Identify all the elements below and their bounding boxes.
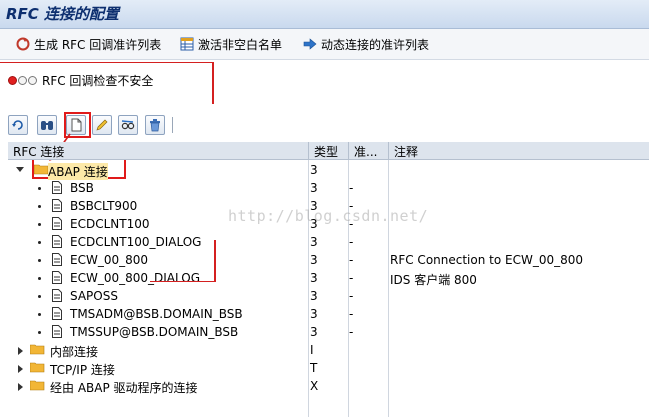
tree-group-type: I [310,343,314,357]
table-header: RFC 连接 类型 准... 注释 [8,142,649,160]
connection-name: TMSSUP@BSB.DOMAIN_BSB [70,325,239,339]
generate-icon [16,37,30,51]
connection-access: - [349,307,354,321]
folder-icon [30,362,45,373]
connection-type: 3 [310,181,318,195]
annotation-line [150,281,216,282]
connection-comment: IDS 客户端 800 [390,273,477,287]
edit-icon [96,119,108,131]
delete-icon [150,119,160,132]
status-text: RFC 回调检查不安全 [42,74,154,88]
dynamic-connection-allowlist-label: 动态连接的准许列表 [321,37,430,52]
delete-button[interactable] [145,115,165,135]
document-icon [52,325,62,338]
connection-type: 3 [310,307,318,321]
table-row[interactable]: ECW_00_800_DIALOG 3 - IDS 客户端 800 [8,269,649,287]
watermark: http://blog.csdn.net/ [228,207,429,225]
document-icon [52,235,62,248]
tree-group-abap[interactable]: ABAP 连接 3 [8,161,649,180]
page-title: RFC 连接的配置 [6,5,120,23]
connection-name: ECW_00_800_DIALOG [70,271,200,285]
document-icon [52,289,62,302]
connection-type: 3 [310,325,318,339]
tree-group-type: T [310,361,318,375]
folder-icon [30,380,45,391]
connection-name: BSB [70,181,94,195]
connection-name: ECDCLNT100_DIALOG [70,235,202,249]
rfc-connection-tree: RFC 连接 类型 准... 注释 ABAP 连接 3 BSB 3 - BSBC… [8,142,649,417]
generate-callback-allowlist-label: 生成 RFC 回调准许列表 [34,37,162,52]
tree-group-tcpip[interactable]: TCP/IP 连接 T [8,359,649,377]
find-icon [41,121,53,130]
column-header-access[interactable]: 准... [354,143,377,160]
connection-access: - [349,181,354,195]
connection-name: TMSADM@BSB.DOMAIN_BSB [70,307,243,321]
connection-type: 3 [310,235,318,249]
annotation-line [212,62,214,104]
connection-name: BSBCLT900 [70,199,138,213]
column-header-type[interactable]: 类型 [314,143,338,160]
dynamic-connection-allowlist-button[interactable]: 动态连接的准许列表 [303,35,429,53]
connection-comment: RFC Connection to ECW_00_800 [390,253,584,267]
folder-open-icon [34,164,49,175]
connection-type: 3 [310,253,318,267]
tree-group-label: 内部连接 [50,345,99,359]
connection-type: 3 [310,271,318,285]
expand-icon[interactable] [18,365,23,373]
table-row[interactable]: ECW_00_800 3 - RFC Connection to ECW_00_… [8,251,649,269]
connection-access: - [349,325,354,339]
traffic-light-icon [8,76,37,85]
connection-access: - [349,289,354,303]
tree-group-label: ABAP 连接 [48,163,108,180]
application-toolbar: 生成 RFC 回调准许列表 激活非空白名单 动态连接的准许列表 [0,29,649,60]
table-row[interactable]: TMSADM@BSB.DOMAIN_BSB 3 - [8,305,649,323]
document-icon [52,253,62,266]
connection-type: 3 [310,289,318,303]
edit-button[interactable] [92,115,112,135]
tree-group-type: 3 [310,163,318,177]
glasses-icon [121,120,135,130]
document-icon [52,199,62,212]
generate-callback-allowlist-button[interactable]: 生成 RFC 回调准许列表 [16,35,161,53]
tree-group-label: 经由 ABAP 驱动程序的连接 [50,381,198,395]
activate-nonblank-list-label: 激活非空白名单 [198,37,283,52]
refresh-icon [12,120,23,130]
display-button[interactable] [118,115,138,135]
table-row[interactable]: BSB 3 - [8,179,649,197]
tree-group-internal[interactable]: 内部连接 I [8,341,649,359]
folder-icon [30,344,45,355]
connection-access: - [349,253,354,267]
annotation-line [0,62,212,63]
annotation-line [214,240,216,282]
connection-access: - [349,235,354,249]
tree-group-type: X [310,379,319,393]
column-header-name[interactable]: RFC 连接 [13,143,64,160]
toolbar-separator [172,117,173,133]
refresh-button[interactable] [8,115,28,135]
connection-access: - [349,271,354,285]
expand-icon[interactable] [18,383,23,391]
connection-name: ECW_00_800 [70,253,148,267]
tree-group-abap-driver[interactable]: 经由 ABAP 驱动程序的连接 X [8,377,649,395]
table-row[interactable]: ECDCLNT100_DIALOG 3 - [8,233,649,251]
arrow-right-icon [303,38,317,50]
expand-icon[interactable] [18,347,23,355]
title-bar: RFC 连接的配置 [0,0,649,29]
document-icon [52,307,62,320]
list-grid-icon [180,37,194,51]
column-header-comment[interactable]: 注释 [394,143,418,160]
collapse-icon[interactable] [16,167,24,172]
connection-name: ECDCLNT100 [70,217,150,231]
connection-name: SAPOSS [70,289,118,303]
document-icon [52,271,62,284]
document-icon [52,181,62,194]
tree-group-label: TCP/IP 连接 [50,363,115,377]
callback-check-status: RFC 回调检查不安全 [8,72,153,89]
table-row[interactable]: TMSSUP@BSB.DOMAIN_BSB 3 - [8,323,649,341]
document-icon [52,217,62,230]
table-row[interactable]: SAPOSS 3 - [8,287,649,305]
activate-nonblank-list-button[interactable]: 激活非空白名单 [180,35,282,53]
